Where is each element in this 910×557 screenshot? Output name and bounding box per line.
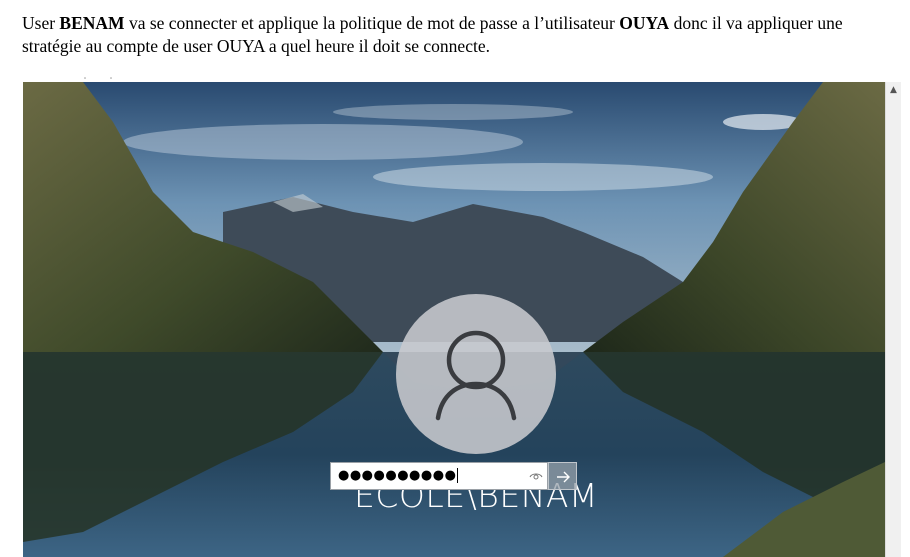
arrow-right-icon: [557, 471, 570, 483]
document-paragraph: User BENAM va se connecter et applique l…: [22, 12, 902, 58]
user-avatar: [396, 294, 556, 454]
scroll-up-button[interactable]: ▲: [886, 84, 901, 96]
paragraph-middle: va se connecter et applique la politique…: [124, 13, 620, 33]
submit-button[interactable]: [548, 462, 577, 490]
user-ouya-bold: OUYA: [619, 13, 670, 33]
vertical-scrollbar[interactable]: ▲: [885, 82, 901, 557]
user-benam-bold: BENAM: [59, 13, 125, 33]
password-field[interactable]: ●●●●●●●●●●: [330, 462, 548, 490]
faint-text-artifacts: [84, 77, 112, 79]
paragraph-prefix: User: [22, 13, 60, 33]
eye-icon[interactable]: [529, 469, 543, 483]
text-caret: [457, 468, 459, 483]
password-value: ●●●●●●●●●●: [338, 468, 459, 483]
user-icon: [435, 330, 517, 421]
